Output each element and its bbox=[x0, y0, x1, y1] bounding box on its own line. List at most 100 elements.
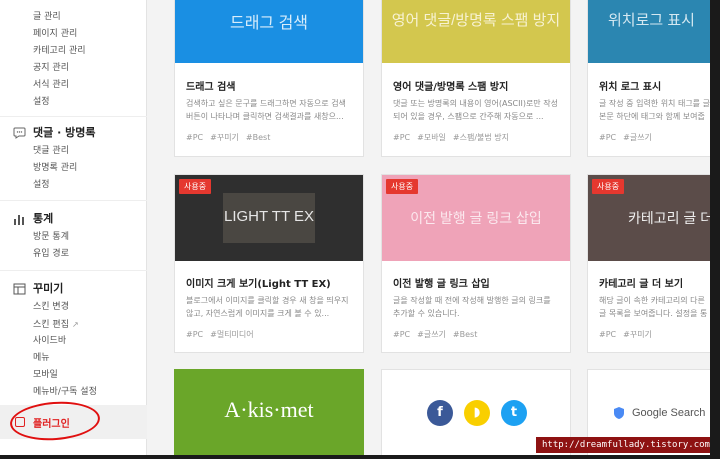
thumb-text: 이전 발행 글 링크 삽입 bbox=[410, 210, 542, 226]
plugin-card[interactable]: 드래그 검색 드래그 검색 검색하고 싶은 문구를 드래그하면 자동으로 검색 … bbox=[174, 0, 364, 157]
card-thumbnail: 이전 발행 글 링크 삽입 사용중 bbox=[382, 175, 570, 261]
sidebar-divider bbox=[0, 270, 147, 271]
card-tags: #PC #글쓰기 bbox=[599, 132, 659, 143]
tag[interactable]: #PC bbox=[186, 133, 203, 142]
card-thumbnail: A·kis·met bbox=[174, 369, 364, 455]
plugin-card[interactable]: LIGHT TT EX 사용중 이미지 크게 보기(Light TT EX) 블… bbox=[174, 174, 364, 353]
in-use-badge: 사용중 bbox=[386, 179, 419, 194]
plugin-card[interactable]: 카테고리 글 더보기 사용중 카테고리 글 더 보기 해당 글이 속한 카테고리… bbox=[587, 174, 710, 353]
thumb-text: A·kis·met bbox=[224, 397, 314, 422]
tag[interactable]: #Best bbox=[453, 330, 477, 339]
thumb-text: Google Search bbox=[632, 407, 706, 419]
post-menu-section: 글 관리 페이지 관리 카테고리 관리 공지 관리 서식 관리 설정 bbox=[0, 9, 147, 111]
tag[interactable]: #PC bbox=[393, 133, 410, 142]
card-description: 글 작성 중 입력한 위치 태그를 글 본문 하단에 태그와 함께 보여줍니다. bbox=[599, 99, 710, 121]
in-use-badge: 사용중 bbox=[179, 179, 212, 194]
sidebar-item-post-settings[interactable]: 설정 bbox=[0, 94, 147, 111]
sidebar-item-posts[interactable]: 글 관리 bbox=[0, 9, 147, 26]
sidebar-item-notices[interactable]: 공지 관리 bbox=[0, 60, 147, 77]
layout-icon bbox=[13, 283, 26, 295]
tag[interactable]: #스팸/불법 방지 bbox=[453, 133, 509, 142]
google-search-icon bbox=[614, 407, 624, 419]
stats-heading-label: 통계 bbox=[33, 212, 54, 225]
sidebar-item-menubar-subscribe[interactable]: 메뉴바/구독 설정 bbox=[0, 384, 147, 401]
skin-edit-label: 스킨 편집 bbox=[33, 320, 69, 330]
sidebar-item-skin-edit[interactable]: 스킨 편집 ↗ bbox=[0, 316, 147, 333]
card-title: 위치 로그 표시 bbox=[599, 82, 662, 93]
sidebar-item-visit-stats[interactable]: 방문 통계 bbox=[0, 229, 147, 246]
card-thumbnail: 카테고리 글 더보기 사용중 bbox=[588, 175, 710, 261]
card-tags: #PC #멀티미디어 bbox=[186, 329, 261, 340]
card-description: 해당 글이 속한 카테고리의 다른 글 목록을 보여줍니다. 설정을 통해 스타… bbox=[599, 296, 708, 318]
decor-heading-label: 꾸미기 bbox=[33, 282, 64, 295]
card-thumbnail: 영어 댓글/방명록 스팸 방지 bbox=[382, 0, 570, 63]
card-description: 글을 작성할 때 전에 작성해 발행한 글의 링크를 추가할 수 있습니다. bbox=[393, 296, 551, 318]
decor-section: 꾸미기 스킨 변경 스킨 편집 ↗ 사이드바 메뉴 모바일 메뉴바/구독 설정 bbox=[0, 279, 147, 401]
external-link-icon: ↗ bbox=[71, 320, 79, 329]
sidebar-divider bbox=[0, 116, 147, 117]
card-title: 카테고리 글 더 보기 bbox=[599, 279, 684, 290]
comments-heading[interactable]: 댓글 · 방명록 bbox=[0, 123, 147, 143]
sidebar-item-pages[interactable]: 페이지 관리 bbox=[0, 26, 147, 43]
card-thumbnail: LIGHT TT EX 사용중 bbox=[175, 175, 363, 261]
card-title: 이전 발행 글 링크 삽입 bbox=[393, 279, 490, 290]
sidebar: 글 관리 페이지 관리 카테고리 관리 공지 관리 서식 관리 설정 댓글 · … bbox=[0, 0, 147, 455]
plugin-card[interactable]: 영어 댓글/방명록 스팸 방지 영어 댓글/방명록 스팸 방지 댓글 또는 방명… bbox=[381, 0, 571, 157]
thumb-text: 카테고리 글 더보기 bbox=[628, 210, 710, 226]
sidebar-item-guestbook[interactable]: 방명록 관리 bbox=[0, 160, 147, 177]
plugin-page: 글 관리 페이지 관리 카테고리 관리 공지 관리 서식 관리 설정 댓글 · … bbox=[0, 0, 710, 455]
watermark: http://dreamfullady.tistory.com bbox=[536, 437, 710, 453]
card-description: 검색하고 싶은 문구를 드래그하면 자동으로 검색 버튼이 나타나며 클릭하면 … bbox=[186, 99, 346, 121]
tag[interactable]: #꾸미기 bbox=[210, 133, 239, 142]
thumb-text: LIGHT TT EX bbox=[223, 208, 315, 225]
card-title: 드래그 검색 bbox=[186, 82, 236, 93]
card-tags: #PC #글쓰기 #Best bbox=[393, 329, 484, 340]
comments-section: 댓글 · 방명록 댓글 관리 방명록 관리 설정 bbox=[0, 123, 147, 194]
tag[interactable]: #PC bbox=[599, 133, 616, 142]
card-thumbnail: 위치로그 표시 bbox=[588, 0, 710, 63]
card-tags: #PC #모바일 #스팸/불법 방지 bbox=[393, 132, 516, 143]
sidebar-item-skin-change[interactable]: 스킨 변경 bbox=[0, 299, 147, 316]
tag[interactable]: #멀티미디어 bbox=[210, 330, 254, 339]
plugin-card[interactable]: 위치로그 표시 위치 로그 표시 글 작성 중 입력한 위치 태그를 글 본문 … bbox=[587, 0, 710, 157]
plugin-card[interactable]: 이전 발행 글 링크 삽입 사용중 이전 발행 글 링크 삽입 글을 작성할 때… bbox=[381, 174, 571, 353]
bar-chart-icon bbox=[14, 215, 24, 225]
thumb-text: 드래그 검색 bbox=[229, 15, 309, 32]
tag[interactable]: #PC bbox=[599, 330, 616, 339]
decor-heading[interactable]: 꾸미기 bbox=[0, 279, 147, 299]
card-tags: #PC #꾸미기 #Best bbox=[186, 132, 277, 143]
in-use-badge: 사용중 bbox=[592, 179, 625, 194]
speech-bubble-icon bbox=[13, 127, 26, 139]
sidebar-item-comments[interactable]: 댓글 관리 bbox=[0, 143, 147, 160]
sidebar-item-mobile[interactable]: 모바일 bbox=[0, 367, 147, 384]
stats-section: 통계 방문 통계 유입 경로 bbox=[0, 209, 147, 263]
card-description: 댓글 또는 방명록의 내용이 영어(ASCII)로만 작성되어 있을 경우, 스… bbox=[393, 99, 558, 121]
tag[interactable]: #꾸미기 bbox=[623, 330, 652, 339]
kakao-icon: ◗ bbox=[464, 400, 490, 426]
tag[interactable]: #글쓰기 bbox=[623, 133, 652, 142]
plugin-card[interactable]: A·kis·met bbox=[174, 369, 364, 455]
sidebar-item-referrers[interactable]: 유입 경로 bbox=[0, 246, 147, 263]
comments-heading-label: 댓글 · 방명록 bbox=[33, 126, 96, 139]
facebook-icon: f bbox=[427, 400, 453, 426]
card-thumbnail: 드래그 검색 bbox=[175, 0, 363, 63]
sidebar-divider bbox=[0, 200, 147, 201]
tag[interactable]: #모바일 bbox=[417, 133, 446, 142]
sidebar-item-templates[interactable]: 서식 관리 bbox=[0, 77, 147, 94]
tag[interactable]: #글쓰기 bbox=[417, 330, 446, 339]
card-title: 이미지 크게 보기(Light TT EX) bbox=[186, 279, 331, 290]
card-description: 블로그에서 이미지를 클릭할 경우 새 창을 띄우지 않고, 자연스럽게 이미지… bbox=[186, 296, 349, 318]
tag[interactable]: #PC bbox=[393, 330, 410, 339]
stats-heading[interactable]: 통계 bbox=[0, 209, 147, 229]
tag[interactable]: #PC bbox=[186, 330, 203, 339]
sidebar-item-sidebar[interactable]: 사이드바 bbox=[0, 333, 147, 350]
thumb-text: 영어 댓글/방명록 스팸 방지 bbox=[391, 12, 561, 29]
tag[interactable]: #Best bbox=[246, 133, 270, 142]
twitter-icon: t bbox=[501, 400, 527, 426]
card-title: 영어 댓글/방명록 스팸 방지 bbox=[393, 82, 509, 93]
thumb-text: 위치로그 표시 bbox=[608, 12, 695, 29]
card-tags: #PC #꾸미기 bbox=[599, 329, 659, 340]
sidebar-item-comment-settings[interactable]: 설정 bbox=[0, 177, 147, 194]
sidebar-item-menu[interactable]: 메뉴 bbox=[0, 350, 147, 367]
sidebar-item-categories[interactable]: 카테고리 관리 bbox=[0, 43, 147, 60]
